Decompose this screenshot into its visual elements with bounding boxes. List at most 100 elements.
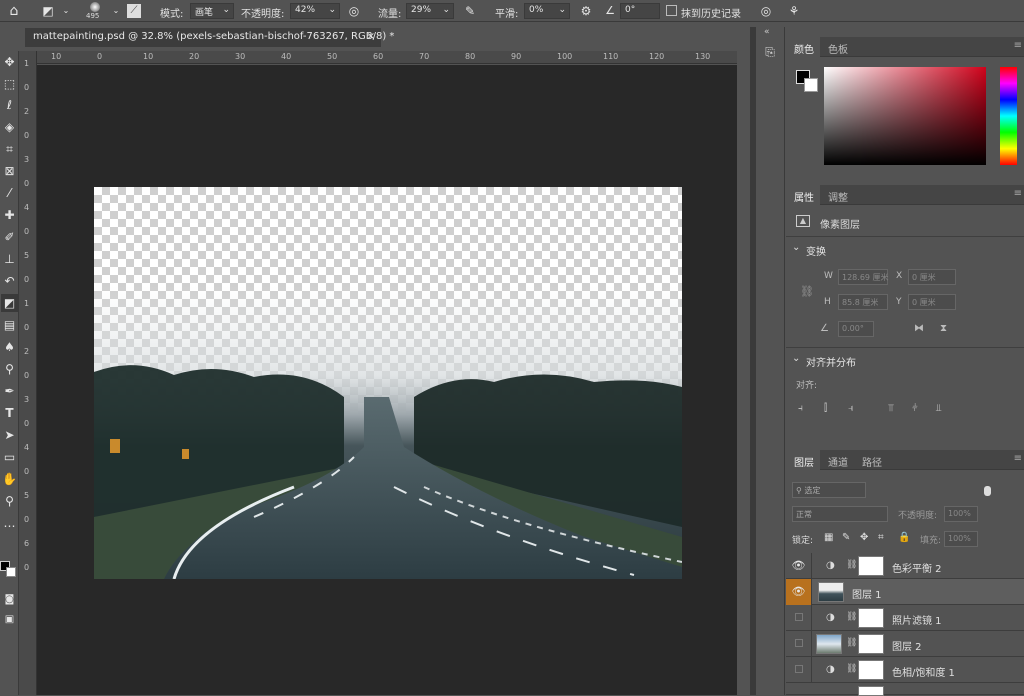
- lock-all-icon[interactable]: 🔒: [898, 532, 910, 543]
- home-icon[interactable]: ⌂: [6, 3, 22, 19]
- layer-thumbnail[interactable]: [816, 634, 842, 654]
- layer-mask-thumbnail[interactable]: [858, 608, 884, 628]
- close-icon[interactable]: ×: [367, 31, 375, 42]
- collapse-arrows-icon[interactable]: «: [764, 27, 770, 37]
- symmetry-icon[interactable]: ⚘: [786, 3, 802, 19]
- layer-name[interactable]: 色彩平衡 2: [892, 560, 942, 575]
- lock-pixels-icon[interactable]: ✎: [842, 532, 850, 543]
- layer-row[interactable]: ⛓ 图层 2: [786, 631, 1024, 657]
- mode-select[interactable]: 画笔 ⌄: [190, 3, 234, 19]
- crop-tool-icon[interactable]: ⌗: [1, 140, 18, 158]
- type-tool-icon[interactable]: T: [1, 404, 18, 422]
- pen-tool-icon[interactable]: ✒: [1, 382, 18, 400]
- chevron-down-icon[interactable]: ⌄: [108, 3, 124, 19]
- history-panel-icon[interactable]: ⎘: [762, 45, 778, 61]
- hidden-eye-icon[interactable]: [786, 605, 812, 631]
- opacity-input[interactable]: 42% ⌄: [290, 3, 340, 19]
- tab-paths[interactable]: 路径: [862, 454, 882, 469]
- document-tab[interactable]: mattepainting.psd @ 32.8% (pexels-sebast…: [25, 28, 394, 47]
- move-tool-icon[interactable]: ✥: [1, 53, 18, 71]
- clone-stamp-tool-icon[interactable]: ⊥: [1, 250, 18, 268]
- brush-settings-icon[interactable]: ⟋: [127, 4, 141, 18]
- chevron-down-icon[interactable]: ⌄: [58, 3, 74, 19]
- height-field[interactable]: 85.8 厘米: [838, 294, 888, 310]
- lock-artboard-icon[interactable]: ⌗: [878, 532, 884, 543]
- layer-mask-thumbnail[interactable]: [858, 660, 884, 680]
- flip-horizontal-icon[interactable]: ⧓: [914, 323, 924, 334]
- erase-history-checkbox[interactable]: [666, 5, 677, 16]
- layer-thumbnail[interactable]: [818, 582, 844, 602]
- pressure-opacity-icon[interactable]: ◎: [346, 3, 362, 19]
- hand-tool-icon[interactable]: ✋: [1, 470, 18, 488]
- layer-mask-thumbnail[interactable]: [858, 634, 884, 654]
- align-bottom-icon[interactable]: ⫫: [936, 403, 942, 414]
- layer-mask-thumbnail[interactable]: [858, 556, 884, 576]
- lock-transparent-icon[interactable]: ▦: [824, 532, 833, 543]
- hue-slider[interactable]: [1000, 67, 1017, 165]
- chevron-down-icon[interactable]: ⌄: [792, 242, 800, 253]
- panel-menu-icon[interactable]: ≡: [1014, 188, 1022, 199]
- angle-input[interactable]: 0°: [620, 3, 660, 19]
- rectangle-tool-icon[interactable]: ▭: [1, 448, 18, 466]
- blend-mode-select[interactable]: 正常: [792, 506, 888, 522]
- tab-layers[interactable]: 图层: [794, 454, 814, 469]
- layer-row[interactable]: ◑ ⛓ 照片滤镜 1: [786, 605, 1024, 631]
- align-top-icon[interactable]: ⫪: [888, 403, 894, 414]
- flip-vertical-icon[interactable]: ⧗: [940, 323, 947, 334]
- align-right-icon[interactable]: ⫣: [848, 403, 854, 414]
- color-field[interactable]: [824, 67, 986, 165]
- filter-toggle[interactable]: [984, 486, 991, 496]
- frame-tool-icon[interactable]: ⊠: [1, 162, 18, 180]
- airbrush-icon[interactable]: ✎: [462, 3, 478, 19]
- layer-row[interactable]: 👁 ◑ ⛓ 色彩平衡 2: [786, 553, 1024, 579]
- layer-name[interactable]: 图层 1: [852, 586, 882, 601]
- layer-name[interactable]: 照片滤镜 1: [892, 612, 942, 627]
- screen-mode-icon[interactable]: ▣: [1, 611, 18, 629]
- blur-tool-icon[interactable]: ♠: [1, 338, 18, 356]
- dodge-tool-icon[interactable]: ⚲: [1, 360, 18, 378]
- align-middle-icon[interactable]: ⫩: [912, 403, 918, 414]
- more-tools-icon[interactable]: …: [1, 514, 18, 532]
- eraser-tool-icon[interactable]: ◩: [40, 3, 56, 19]
- background-color-swatch[interactable]: [6, 567, 16, 577]
- hidden-eye-icon[interactable]: [786, 631, 812, 657]
- lasso-tool-icon[interactable]: ℓ: [1, 96, 18, 114]
- history-brush-tool-icon[interactable]: ↶: [1, 272, 18, 290]
- layer-row[interactable]: [786, 683, 1024, 696]
- hidden-eye-icon[interactable]: [786, 657, 812, 683]
- quick-mask-icon[interactable]: ◙: [1, 591, 18, 609]
- layer-filter-select[interactable]: ⚲ 选定: [792, 482, 866, 498]
- layer-row[interactable]: ◑ ⛓ 色相/饱和度 1: [786, 657, 1024, 683]
- healing-brush-tool-icon[interactable]: ✚: [1, 206, 18, 224]
- link-icon[interactable]: ⛓: [800, 285, 814, 298]
- x-field[interactable]: 0 厘米: [908, 269, 956, 285]
- panel-menu-icon[interactable]: ≡: [1014, 453, 1022, 464]
- chevron-down-icon[interactable]: ⌄: [792, 353, 800, 364]
- pressure-size-icon[interactable]: ◎: [758, 3, 774, 19]
- angle-field[interactable]: 0.00°: [838, 321, 874, 337]
- tab-swatches[interactable]: 色板: [828, 41, 848, 56]
- layer-row[interactable]: 👁 图层 1: [786, 579, 1024, 605]
- lock-position-icon[interactable]: ✥: [860, 532, 868, 543]
- eraser-tool-icon[interactable]: ◩: [1, 294, 18, 312]
- quick-selection-tool-icon[interactable]: ◈: [1, 118, 18, 136]
- panel-menu-icon[interactable]: ≡: [1014, 40, 1022, 51]
- align-section-title[interactable]: 对齐并分布: [806, 354, 856, 369]
- tab-adjustments[interactable]: 调整: [828, 189, 848, 204]
- layer-name[interactable]: 图层 2: [892, 638, 922, 653]
- eye-icon[interactable]: 👁: [786, 553, 812, 579]
- eye-icon[interactable]: 👁: [786, 579, 812, 605]
- tab-channels[interactable]: 通道: [828, 454, 848, 469]
- marquee-tool-icon[interactable]: ⬚: [1, 75, 18, 93]
- smoothing-input[interactable]: 0% ⌄: [524, 3, 570, 19]
- document-canvas[interactable]: [94, 187, 682, 579]
- tab-properties[interactable]: 属性: [794, 189, 814, 204]
- vertical-scrollbar[interactable]: [737, 27, 750, 695]
- brush-preset-picker[interactable]: 495: [84, 2, 106, 20]
- background-color-swatch[interactable]: [804, 78, 818, 92]
- brush-tool-icon[interactable]: ✐: [1, 228, 18, 246]
- eyedropper-tool-icon[interactable]: ⁄: [1, 184, 18, 202]
- y-field[interactable]: 0 厘米: [908, 294, 956, 310]
- gear-icon[interactable]: ⚙: [578, 3, 594, 19]
- width-field[interactable]: 128.69 厘米: [838, 269, 889, 285]
